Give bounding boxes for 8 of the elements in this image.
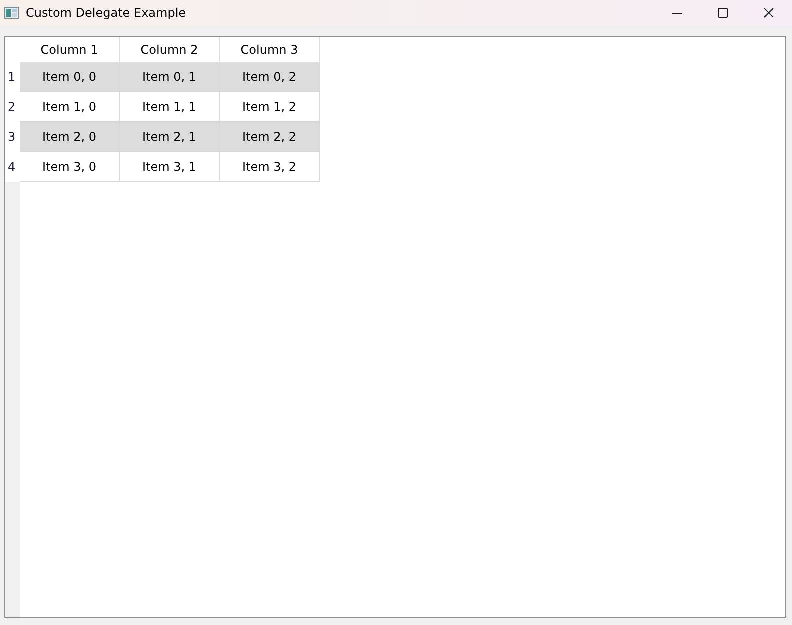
maximize-icon xyxy=(718,8,728,18)
window-title: Custom Delegate Example xyxy=(26,7,186,19)
table-cell: Item 3, 2 xyxy=(220,152,320,182)
close-icon xyxy=(764,8,774,18)
app-icon xyxy=(4,7,19,19)
minimize-icon xyxy=(672,12,682,14)
table-cell: Item 3, 0 xyxy=(20,152,120,182)
table-cell: Item 3, 1 xyxy=(120,152,220,182)
